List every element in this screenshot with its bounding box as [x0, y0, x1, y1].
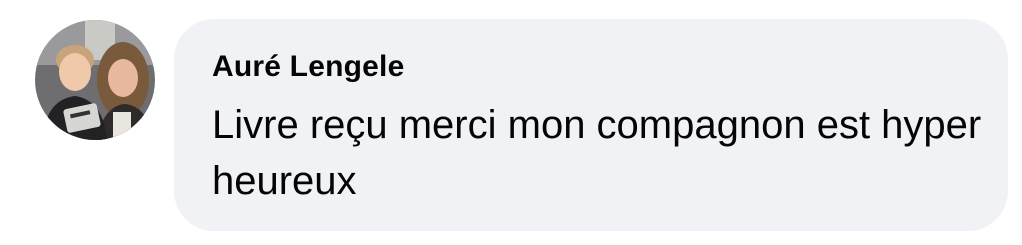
profile-photo-icon [35, 20, 155, 140]
comment-author-name[interactable]: Auré Lengele [212, 47, 1008, 87]
comment-bubble: Auré Lengele Livre reçu merci mon compag… [174, 19, 1008, 231]
comment-item: Auré Lengele Livre reçu merci mon compag… [0, 0, 1022, 245]
comment-text: Livre reçu merci mon compagnon est hyper… [212, 103, 982, 203]
avatar[interactable] [35, 20, 155, 140]
